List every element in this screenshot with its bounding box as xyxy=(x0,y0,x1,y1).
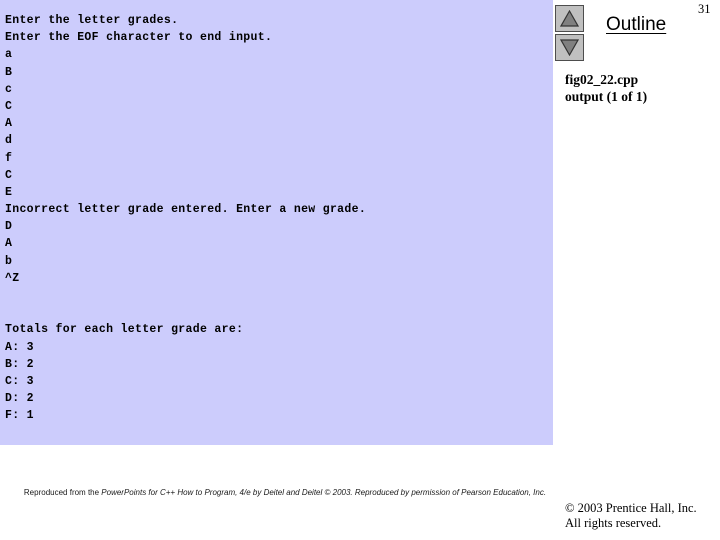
footer-credit: Reproduced from the PowerPoints for C++ … xyxy=(10,487,560,498)
console-line: D xyxy=(5,220,13,234)
copyright-line-2: All rights reserved. xyxy=(565,516,662,530)
console-line: Incorrect letter grade entered. Enter a … xyxy=(5,203,367,217)
outline-file-info: fig02_22.cpp output (1 of 1) xyxy=(565,71,647,105)
console-line: F: 1 xyxy=(5,409,34,423)
footer-credit-italic: PowerPoints for C++ How to Program, 4/e … xyxy=(101,488,547,497)
footer-credit-prefix: Reproduced from the xyxy=(23,488,102,497)
console-line: C xyxy=(5,168,13,182)
console-line: B xyxy=(5,65,13,79)
outline-file-part: output (1 of 1) xyxy=(565,89,648,104)
console-output-panel: Enter the letter grades. Enter the EOF c… xyxy=(0,0,553,445)
console-line: Enter the letter grades. xyxy=(5,14,179,27)
console-line: A xyxy=(5,237,13,251)
console-line: B: 2 xyxy=(5,357,34,371)
console-line: d xyxy=(5,134,13,148)
triangle-up-icon xyxy=(560,10,579,27)
console-line: A xyxy=(5,117,13,131)
page-number: 31 xyxy=(698,2,711,16)
console-line: ^Z xyxy=(5,271,20,285)
console-line: Totals for each letter grade are: xyxy=(5,323,244,337)
nav-down-button[interactable] xyxy=(555,34,584,61)
nav-up-button[interactable] xyxy=(555,5,584,32)
console-line: b xyxy=(5,254,13,268)
copyright-line-1: © 2003 Prentice Hall, Inc. xyxy=(565,501,697,515)
outline-file-name: fig02_22.cpp xyxy=(565,72,639,87)
console-line: c xyxy=(5,82,13,96)
copyright-notice: © 2003 Prentice Hall, Inc. All rights re… xyxy=(565,501,697,531)
console-line: f xyxy=(5,151,13,165)
console-line: E xyxy=(5,185,13,199)
console-line: Enter the EOF character to end input. xyxy=(5,31,273,45)
console-line: C: 3 xyxy=(5,374,34,388)
outline-nav-buttons xyxy=(555,5,586,63)
console-line: A: 3 xyxy=(5,340,34,354)
triangle-down-icon xyxy=(560,39,579,56)
outline-panel: Outline 31 fig02_22.cpp output (1 of 1) xyxy=(553,0,720,445)
console-line: a xyxy=(5,48,13,62)
console-line: C xyxy=(5,99,13,113)
console-line: D: 2 xyxy=(5,392,34,406)
outline-title: Outline xyxy=(606,14,667,35)
